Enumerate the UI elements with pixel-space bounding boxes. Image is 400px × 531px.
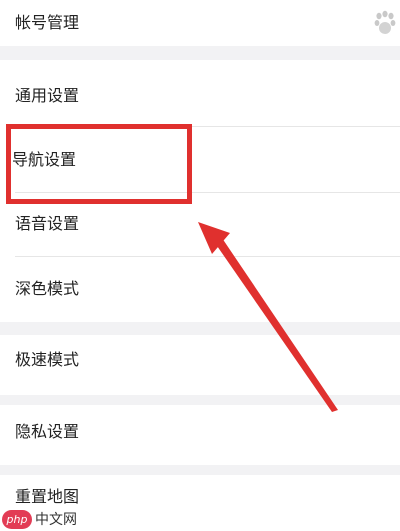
settings-item-privacy[interactable]: 隐私设置	[0, 405, 400, 465]
settings-item-label: 极速模式	[15, 350, 80, 369]
settings-item-label: 帐号管理	[15, 13, 80, 32]
settings-item-label: 隐私设置	[15, 422, 80, 441]
settings-item-label: 重置地图	[15, 487, 80, 506]
settings-item-account[interactable]: 帐号管理	[0, 0, 400, 46]
settings-screen: 帐号管理 通用设置 导航设置 语音设置 深色模式 极速模式 隐私设置 重置地图	[0, 0, 400, 531]
settings-item-general[interactable]: 通用设置	[0, 60, 400, 127]
watermark-text: 中文网	[35, 509, 77, 529]
watermark: php 中文网	[0, 507, 77, 531]
highlight-box	[6, 124, 192, 204]
settings-item-dark-mode[interactable]: 深色模式	[0, 257, 400, 322]
settings-item-label: 通用设置	[15, 86, 80, 105]
settings-item-speed-mode[interactable]: 极速模式	[0, 335, 400, 395]
settings-item-label: 语音设置	[15, 214, 80, 233]
settings-item-label: 深色模式	[15, 279, 80, 298]
watermark-badge: php	[2, 509, 32, 529]
paw-icon	[374, 10, 396, 34]
